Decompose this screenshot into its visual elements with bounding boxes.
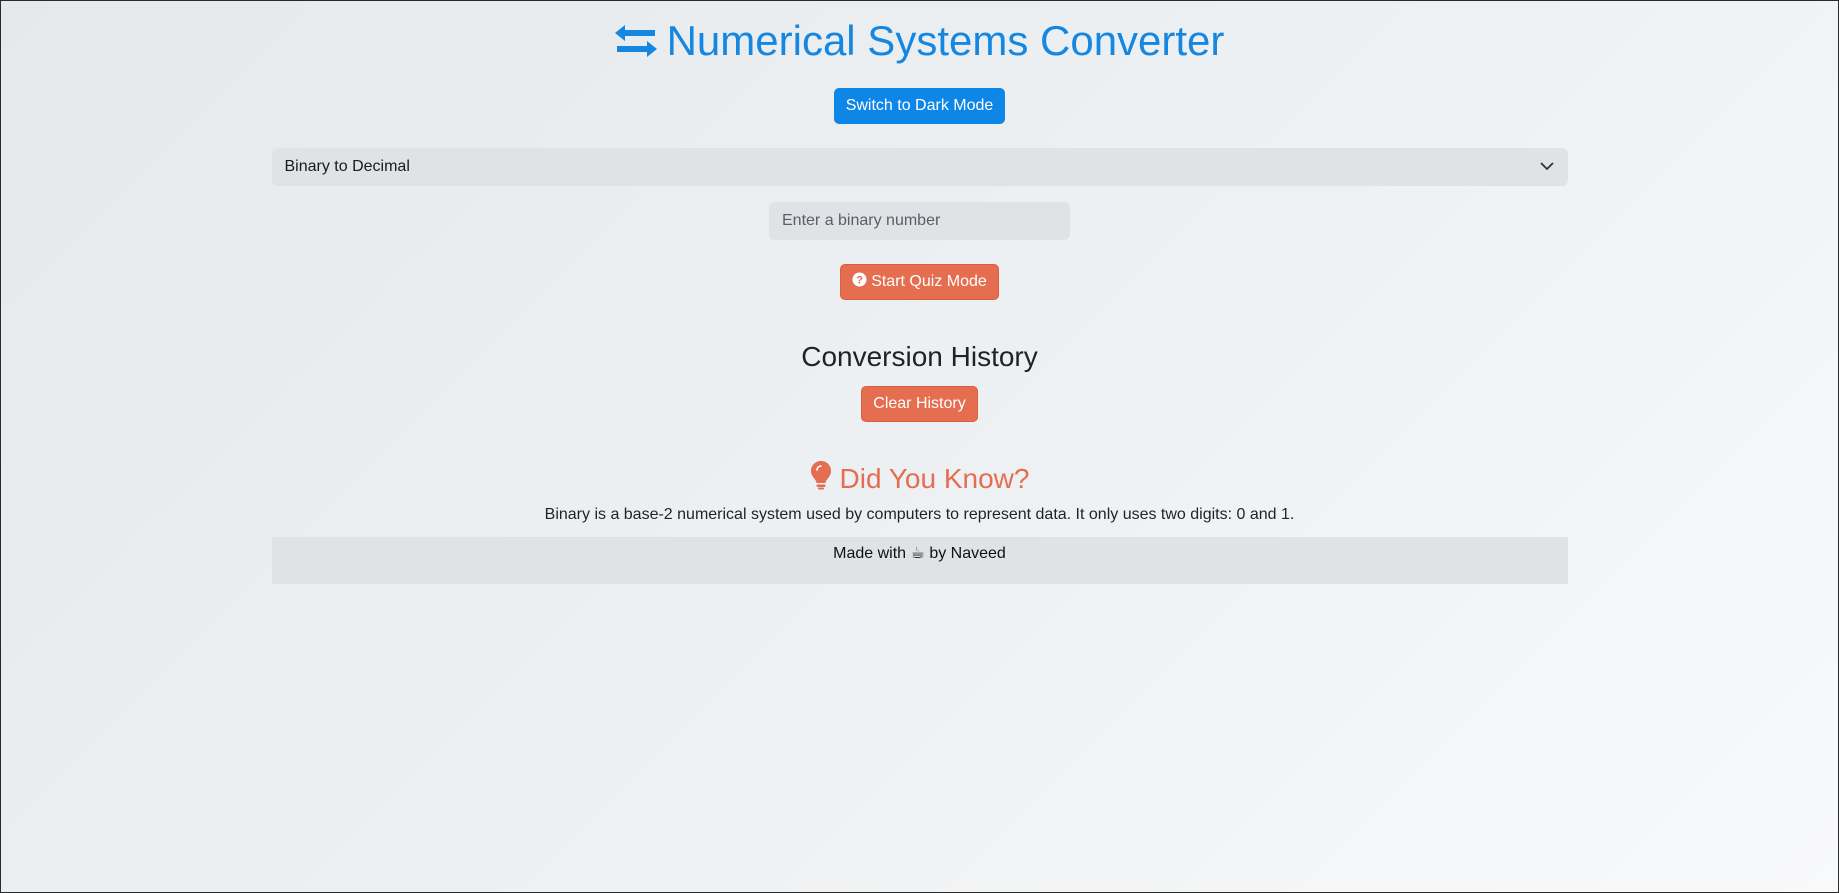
exchange-arrows-icon <box>614 24 657 58</box>
clear-history-button[interactable]: Clear History <box>861 386 978 422</box>
conversion-type-selected: Binary to Decimal <box>284 158 410 175</box>
lightbulb-icon <box>810 460 832 498</box>
start-quiz-label: Start Quiz Mode <box>871 273 987 290</box>
dark-mode-toggle-button[interactable]: Switch to Dark Mode <box>833 88 1006 124</box>
conversion-type-select[interactable]: Binary to Decimal <box>271 148 1568 186</box>
history-title: Conversion History <box>801 341 1038 372</box>
app-container: Numerical Systems Converter Switch to Da… <box>271 1 1568 584</box>
chevron-down-icon <box>1539 158 1554 176</box>
page-title: Numerical Systems Converter <box>614 17 1225 65</box>
fact-text: Binary is a base-2 numerical system used… <box>544 506 1295 523</box>
svg-text:?: ? <box>856 274 863 286</box>
footer-suffix: by Naveed <box>929 545 1006 562</box>
question-circle-icon: ? <box>852 272 867 292</box>
page-title-text: Numerical Systems Converter <box>666 17 1225 64</box>
did-you-know-title: Did You Know? <box>810 460 1030 498</box>
start-quiz-button[interactable]: ? Start Quiz Mode <box>840 264 999 300</box>
footer: Made with ☕ by Naveed <box>271 537 1568 584</box>
coffee-icon: ☕ <box>910 545 925 562</box>
footer-prefix: Made with <box>833 545 907 562</box>
number-input[interactable] <box>769 202 1070 240</box>
did-you-know-text: Did You Know? <box>839 463 1030 494</box>
